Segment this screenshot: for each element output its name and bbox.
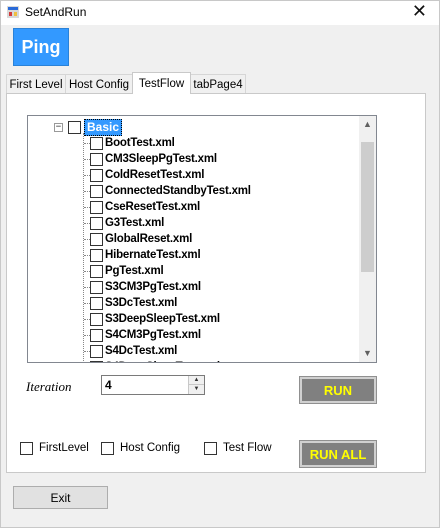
tree-item-checkbox[interactable] [90, 360, 103, 362]
tree-item-label[interactable]: CseResetTest.xml [105, 201, 200, 213]
firstlevel-checkbox[interactable]: FirstLevel [20, 441, 89, 455]
tree-item-label[interactable]: PgTest.xml [105, 265, 164, 277]
checkbox-label: FirstLevel [39, 442, 89, 454]
test-tree-view[interactable]: − Basic BootTest.xml CM3SleepPgTest.xml Co… [27, 115, 377, 363]
host-config-checkbox[interactable]: Host Config [101, 441, 180, 455]
tree-item[interactable]: S4DcTest.xml [84, 343, 177, 359]
tree-item[interactable]: GlobalReset.xml [84, 231, 192, 247]
spin-buttons: ▲ ▼ [188, 376, 204, 394]
tree-item-label[interactable]: S3DcTest.xml [105, 297, 177, 309]
tree-item-checkbox[interactable] [90, 200, 103, 214]
main-window: SetAndRun ✕ Ping First Level Host Config… [0, 0, 440, 528]
tree-item-label[interactable]: ConnectedStandbyTest.xml [105, 185, 251, 197]
tree-item[interactable]: PgTest.xml [84, 263, 164, 279]
close-icon[interactable]: ✕ [412, 2, 427, 22]
testflow-panel: − Basic BootTest.xml CM3SleepPgTest.xml Co… [6, 93, 426, 473]
tree-item-checkbox[interactable] [90, 184, 103, 198]
scroll-down-icon[interactable]: ▼ [359, 345, 376, 362]
tree-item-label[interactable]: S3DeepSleepTest.xml [105, 313, 220, 325]
title-bar: SetAndRun ✕ [1, 1, 439, 25]
tab-host-config[interactable]: Host Config [65, 74, 133, 94]
collapse-icon[interactable]: − [54, 122, 63, 132]
tree-root-node[interactable]: − Basic [54, 118, 123, 136]
iteration-value[interactable]: 4 [105, 378, 112, 392]
checkbox-label: Test Flow [223, 442, 272, 454]
tree-item-label[interactable]: G3Test.xml [105, 217, 164, 229]
tree-item-checkbox[interactable] [90, 312, 103, 326]
tree-item-label[interactable]: HibernateTest.xml [105, 249, 201, 261]
tree-item-checkbox[interactable] [90, 136, 103, 150]
root-checkbox[interactable] [68, 120, 81, 134]
tree-item-checkbox[interactable] [90, 248, 103, 262]
tree-item[interactable]: G3Test.xml [84, 215, 164, 231]
scroll-thumb[interactable] [361, 142, 374, 272]
checkbox-box[interactable] [204, 441, 217, 455]
tree-item-label[interactable]: S4DeepSleepTest.xml [105, 361, 220, 362]
tree-item-checkbox[interactable] [90, 280, 103, 294]
tree-item-label[interactable]: CM3SleepPgTest.xml [105, 153, 217, 165]
test-flow-checkbox[interactable]: Test Flow [204, 441, 272, 455]
tree-item-checkbox[interactable] [90, 328, 103, 342]
tree-content: − Basic BootTest.xml CM3SleepPgTest.xml Co… [28, 116, 360, 362]
checkbox-box[interactable] [20, 441, 33, 455]
tab-first-level[interactable]: First Level [6, 74, 66, 94]
vertical-scrollbar[interactable]: ▲ ▼ [359, 116, 376, 362]
tree-item-checkbox[interactable] [90, 344, 103, 358]
tree-item[interactable]: S3DcTest.xml [84, 295, 177, 311]
spin-down-icon[interactable]: ▼ [189, 385, 204, 394]
run-all-button[interactable]: RUN ALL [299, 440, 377, 468]
tree-item[interactable]: S3DeepSleepTest.xml [84, 311, 220, 327]
tree-item[interactable]: CseResetTest.xml [84, 199, 200, 215]
root-label[interactable]: Basic [84, 118, 123, 136]
tree-item-checkbox[interactable] [90, 264, 103, 278]
app-icon [7, 6, 19, 18]
tree-item-label[interactable]: GlobalReset.xml [105, 233, 192, 245]
tree-item-checkbox[interactable] [90, 152, 103, 166]
tree-item[interactable]: S3CM3PgTest.xml [84, 279, 201, 295]
tree-item-checkbox[interactable] [90, 232, 103, 246]
tree-item-checkbox[interactable] [90, 168, 103, 182]
tab-testflow[interactable]: TestFlow [132, 72, 191, 94]
exit-button[interactable]: Exit [13, 486, 108, 509]
tree-item[interactable]: ConnectedStandbyTest.xml [84, 183, 251, 199]
tree-item[interactable]: HibernateTest.xml [84, 247, 201, 263]
spin-up-icon[interactable]: ▲ [189, 376, 204, 385]
tree-item-label[interactable]: BootTest.xml [105, 137, 175, 149]
checkbox-label: Host Config [120, 442, 181, 454]
iteration-stepper[interactable]: 4 ▲ ▼ [101, 375, 205, 395]
window-title: SetAndRun [25, 5, 87, 19]
checkbox-box[interactable] [101, 441, 114, 455]
tree-item-label[interactable]: ColdResetTest.xml [105, 169, 204, 181]
ping-button[interactable]: Ping [13, 28, 69, 66]
iteration-label: Iteration [26, 379, 72, 394]
tree-item[interactable]: BootTest.xml [84, 135, 175, 151]
tree-item-label[interactable]: S4DcTest.xml [105, 345, 177, 357]
tree-item[interactable]: S4CM3PgTest.xml [84, 327, 201, 343]
tab-tabpage4[interactable]: tabPage4 [190, 74, 246, 94]
tree-item[interactable]: ColdResetTest.xml [84, 167, 204, 183]
tree-item[interactable]: S4DeepSleepTest.xml [84, 359, 220, 362]
run-button[interactable]: RUN [299, 376, 377, 404]
tree-item-checkbox[interactable] [90, 296, 103, 310]
tree-item[interactable]: CM3SleepPgTest.xml [84, 151, 217, 167]
tree-item-label[interactable]: S4CM3PgTest.xml [105, 329, 201, 341]
tree-item-checkbox[interactable] [90, 216, 103, 230]
tree-item-label[interactable]: S3CM3PgTest.xml [105, 281, 201, 293]
scroll-up-icon[interactable]: ▲ [359, 116, 376, 133]
